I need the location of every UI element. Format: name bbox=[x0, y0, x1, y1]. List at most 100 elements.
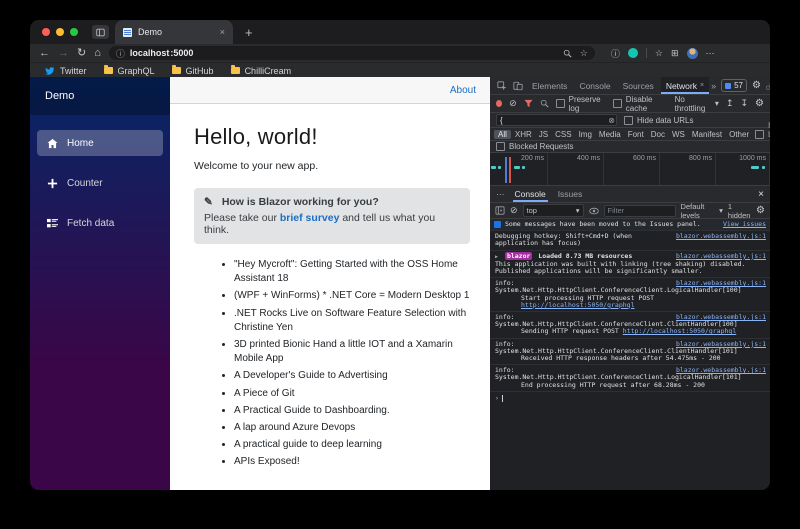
tab-search-icon[interactable] bbox=[92, 25, 109, 39]
import-har-icon[interactable]: ↥ bbox=[726, 98, 734, 109]
plus-nav-icon bbox=[46, 178, 58, 189]
console-settings-icon[interactable]: ⚙ bbox=[756, 205, 765, 216]
link-icon[interactable] bbox=[763, 81, 770, 91]
expand-icon[interactable]: ▶ bbox=[495, 254, 498, 260]
profile-avatar[interactable] bbox=[687, 48, 698, 59]
list-item: "Hey Mycroft": Getting Started with the … bbox=[234, 258, 470, 286]
drawer-close-icon[interactable]: × bbox=[758, 189, 764, 200]
url-link[interactable]: http://localhost:5050/graphql bbox=[521, 301, 635, 309]
back-icon[interactable]: ← bbox=[39, 48, 50, 59]
new-tab-button[interactable]: + bbox=[245, 25, 253, 40]
timeline-gridline bbox=[547, 153, 548, 185]
sidebar-item-fetch-data[interactable]: Fetch data bbox=[37, 210, 163, 236]
about-link[interactable]: About bbox=[450, 85, 476, 96]
drawer-tab-console[interactable]: Console bbox=[513, 186, 548, 202]
timeline-tick: 800 ms bbox=[689, 155, 715, 162]
filter-chip-xhr[interactable]: XHR bbox=[512, 130, 535, 139]
throttling-dropdown[interactable]: No throttling ▾ bbox=[675, 95, 719, 113]
extension-teal-icon[interactable] bbox=[628, 48, 638, 58]
filter-chip-all[interactable]: All bbox=[494, 130, 511, 139]
url-host: localhost bbox=[130, 48, 170, 58]
domcontentloaded-marker bbox=[505, 157, 507, 183]
filter-chip-other[interactable]: Other bbox=[726, 130, 752, 139]
eye-icon[interactable] bbox=[589, 207, 599, 215]
checkbox-icon bbox=[556, 99, 565, 108]
bookmark-folder-graphql[interactable]: GraphQL bbox=[104, 66, 155, 76]
browser-tab-demo[interactable]: Demo × bbox=[115, 20, 233, 44]
bookmark-twitter[interactable]: Twitter bbox=[45, 66, 87, 76]
zoom-window-button[interactable] bbox=[70, 28, 78, 36]
console-sidebar-icon[interactable] bbox=[495, 206, 505, 215]
source-link[interactable]: blazor.webassembly.js:1 bbox=[676, 233, 766, 240]
view-issues-link[interactable]: View issues bbox=[723, 221, 766, 228]
sidebar-item-home[interactable]: Home bbox=[37, 130, 163, 156]
network-timeline-overview[interactable]: 200 ms 400 ms 600 ms 800 ms 1000 ms bbox=[490, 153, 770, 186]
filter-chip-media[interactable]: Media bbox=[596, 130, 624, 139]
clear-network-icon[interactable]: ⊘ bbox=[509, 98, 517, 109]
extension-info-icon[interactable]: ⓘ bbox=[611, 47, 620, 60]
issues-counter-badge[interactable]: 57 bbox=[721, 79, 747, 92]
brief-survey-link[interactable]: brief survey bbox=[280, 212, 340, 224]
context-value: top bbox=[527, 206, 537, 215]
record-network-icon[interactable] bbox=[496, 100, 502, 107]
forward-icon[interactable]: → bbox=[58, 48, 69, 59]
disable-cache-checkbox[interactable]: Disable cache bbox=[613, 95, 668, 113]
filter-chip-js[interactable]: JS bbox=[536, 130, 551, 139]
devtools-tab-console[interactable]: Console bbox=[574, 77, 615, 94]
devtools-tab-elements[interactable]: Elements bbox=[527, 77, 572, 94]
filter-chip-doc[interactable]: Doc bbox=[648, 130, 668, 139]
bookmark-folder-chillicream[interactable]: ChilliCream bbox=[231, 66, 292, 76]
inspect-element-icon[interactable] bbox=[495, 81, 509, 91]
app-brand[interactable]: Demo bbox=[30, 77, 170, 115]
devtools-tab-sources[interactable]: Sources bbox=[618, 77, 659, 94]
export-har-icon[interactable]: ↧ bbox=[740, 98, 748, 109]
network-settings-icon[interactable]: ⚙ bbox=[755, 98, 764, 109]
devtools-tab-network[interactable]: Network × bbox=[661, 77, 709, 94]
drawer-tab-issues[interactable]: Issues bbox=[556, 186, 585, 202]
console-message: blazor.webassembly.js:1 ▶ blazor Loaded … bbox=[490, 251, 770, 279]
network-filter-input[interactable] bbox=[496, 114, 617, 126]
drawer-menu-icon[interactable]: ⋯ bbox=[496, 189, 505, 200]
devtools-settings-icon[interactable]: ⚙ bbox=[752, 80, 761, 91]
preserve-log-checkbox[interactable]: Preserve log bbox=[556, 95, 606, 113]
collections-icon[interactable]: ☆ bbox=[655, 48, 663, 59]
url-link[interactable]: http://localhost:5050/graphql bbox=[623, 327, 737, 335]
console-filter-input[interactable] bbox=[604, 205, 676, 217]
minimize-window-button[interactable] bbox=[56, 28, 64, 36]
close-window-button[interactable] bbox=[42, 28, 50, 36]
toolbar-divider bbox=[646, 48, 647, 58]
blocked-requests-checkbox[interactable]: Blocked Requests bbox=[496, 142, 573, 151]
favorites-icon[interactable]: ☆ bbox=[580, 48, 588, 59]
filter-funnel-icon[interactable] bbox=[524, 99, 533, 108]
bookmark-folder-github[interactable]: GitHub bbox=[172, 66, 214, 76]
search-network-icon[interactable] bbox=[540, 99, 549, 108]
log-levels-dropdown[interactable]: Default levels ▾ bbox=[681, 202, 723, 220]
waterfall-bar bbox=[491, 166, 496, 169]
clear-filter-icon[interactable]: ⊗ bbox=[608, 116, 615, 125]
source-link[interactable]: blazor.webassembly.js:1 bbox=[676, 253, 766, 260]
filter-chip-img[interactable]: Img bbox=[576, 130, 595, 139]
hide-data-urls-checkbox[interactable]: Hide data URLs bbox=[624, 116, 693, 125]
address-bar[interactable]: ⓘ localhost :5000 ☆ bbox=[109, 46, 595, 60]
console-message: blazor.webassembly.js:1 info: System.Net… bbox=[490, 278, 770, 312]
device-toolbar-icon[interactable] bbox=[511, 81, 525, 91]
tab-favicon-icon bbox=[123, 28, 132, 37]
checkbox-icon bbox=[496, 142, 505, 151]
zoom-page-icon[interactable] bbox=[563, 49, 572, 58]
layers-icon[interactable]: ⊞ bbox=[671, 48, 679, 59]
filter-chip-ws[interactable]: WS bbox=[669, 130, 688, 139]
sidebar-item-counter[interactable]: Counter bbox=[37, 170, 163, 196]
console-prompt[interactable]: › bbox=[490, 392, 770, 402]
tab-close-icon[interactable]: × bbox=[700, 82, 704, 89]
more-panels-icon[interactable]: » bbox=[711, 81, 716, 91]
execution-context-dropdown[interactable]: top ▾ bbox=[523, 204, 584, 217]
clear-console-icon[interactable]: ⊘ bbox=[510, 205, 518, 216]
filter-chip-manifest[interactable]: Manifest bbox=[689, 130, 725, 139]
filter-chip-font[interactable]: Font bbox=[625, 130, 647, 139]
home-icon[interactable]: ⌂ bbox=[94, 48, 101, 59]
site-info-icon[interactable]: ⓘ bbox=[116, 47, 125, 60]
browser-menu-icon[interactable]: ⋯ bbox=[706, 48, 715, 59]
filter-chip-css[interactable]: CSS bbox=[552, 130, 574, 139]
reload-icon[interactable]: ↻ bbox=[77, 48, 86, 59]
tab-close-icon[interactable]: × bbox=[220, 27, 225, 37]
